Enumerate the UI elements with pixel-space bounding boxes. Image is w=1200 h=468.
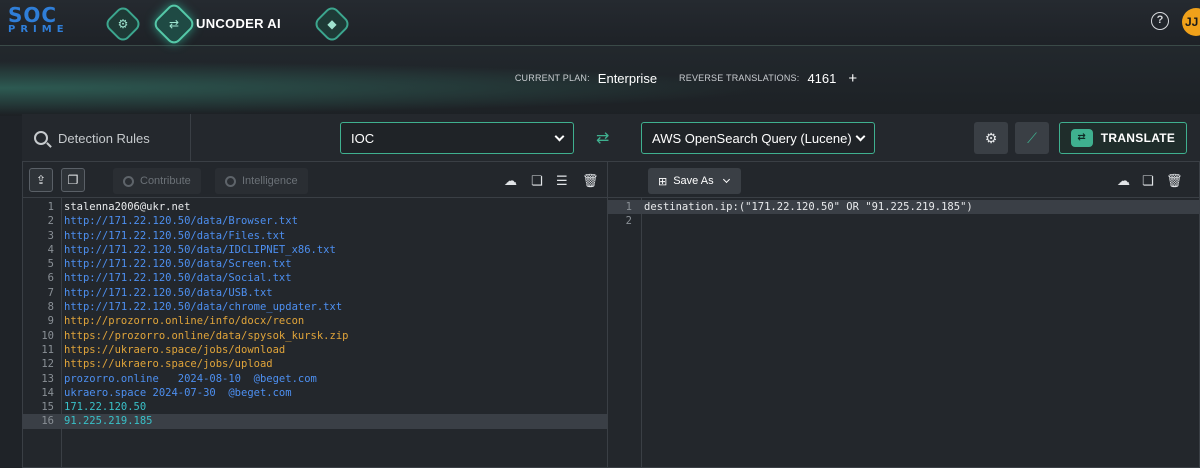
code-line: http://171.22.120.50/data/Browser.txt [64,215,298,228]
line-number: 6 [47,272,54,285]
uncoder-icon: ⇄ [168,17,180,31]
reverse-translations-label: REVERSE TRANSLATIONS: [679,73,800,83]
copy-layers-button[interactable]: ❐ [61,168,85,192]
line-number: 2 [47,215,54,228]
code-line: https://ukraero.space/jobs/download [64,343,286,356]
code-line: 171.22.120.50 [64,401,147,414]
search-icon [34,131,48,145]
left-code-editor[interactable]: 1 stalenna2006@ukr.net 2 http://171.22.120… [22,200,607,429]
code-line: http://171.22.120.50/data/chrome_updater… [64,301,343,314]
cloud-upload-icon[interactable]: ☁ [1117,173,1130,189]
chevron-down-icon [855,131,866,141]
line-number: 9 [47,315,54,328]
line-number: 7 [47,286,54,299]
current-line: 1 destination.ip:("171.22.120.50" OR "91.… [608,200,1200,215]
plan-bar: CURRENT PLAN: Enterprise REVERSE TRANSLA… [470,58,902,98]
line-number: 13 [41,372,54,385]
upload-button[interactable]: ⇪ [29,168,53,192]
filter-icon[interactable]: ☰ [556,173,568,189]
user-tools-icon: ⚙ [117,17,129,31]
code-line: https://ukraero.space/jobs/upload [64,358,273,371]
layers-icon: ❐ [67,173,79,187]
code-line: http://171.22.120.50/data/IDCLIPNET_x86.… [64,243,336,256]
source-language-value: IOC [351,130,375,146]
current-line: 16 91.225.219.185 [22,414,607,429]
settings-button[interactable]: ⚙ [974,122,1008,154]
add-translations-button[interactable]: + [848,70,857,87]
code-line: http://171.22.120.50/data/Social.txt [64,272,292,285]
current-plan-label: CURRENT PLAN: [514,73,590,83]
translate-button[interactable]: ⇄ TRANSLATE [1059,122,1187,154]
file-icon: ⊞ [658,175,668,188]
intelligence-label: Intelligence [242,175,298,187]
left-editor-toolbar [22,162,607,198]
line-number: 2 [625,215,632,228]
target-language-value: AWS OpenSearch Query (Lucene) [652,130,852,146]
code-line: 91.225.219.185 [64,415,153,428]
code-line: https://prozorro.online/data/spysok_kurs… [64,329,349,342]
code-line: http://prozorro.online/info/docx/recon [64,315,305,328]
gear-icon: ⚙ [984,129,998,146]
reverse-translations-value: 4161 [807,70,837,86]
target-language-select[interactable]: AWS OpenSearch Query (Lucene) [641,122,875,154]
contribute-button[interactable]: Contribute [113,168,201,194]
line-number: 1 [47,201,54,213]
code-line: http://171.22.120.50/data/Files.txt [64,229,286,242]
line-number: 10 [41,329,54,342]
save-as-button[interactable]: ⊞ Save As [648,168,741,194]
code-line: http://171.22.120.50/data/USB.txt [64,286,273,299]
intelligence-button[interactable]: Intelligence [215,168,308,194]
right-code-editor[interactable]: 1 destination.ip:("171.22.120.50" OR "91.… [608,200,1200,229]
source-language-select[interactable]: IOC [340,122,574,154]
translate-label: TRANSLATE [1100,131,1176,145]
line-number: 4 [47,243,54,256]
line-number: 14 [41,386,54,399]
nav-title-uncoder[interactable]: UNCODER AI [196,16,281,31]
intelligence-icon [225,175,236,187]
upload-icon: ⇪ [35,173,47,187]
copy-icon[interactable]: ❏ [1142,173,1154,189]
trash-icon[interactable]: 🗑 [582,173,599,189]
right-editor-gutter [608,198,642,468]
line-number: 5 [47,258,54,271]
code-line: http://171.22.120.50/data/Screen.txt [64,258,292,271]
code-line: prozorro.online 2024-08-10 @beget.com [64,372,317,385]
code-line: ukraero.space 2024-07-30 @beget.com [64,386,292,399]
detection-rules-search[interactable]: Detection Rules [22,114,191,162]
soc-prime-logo[interactable]: SOC PRIME [8,3,69,40]
code-line: destination.ip:("171.22.120.50" OR "91.2… [644,201,973,213]
line-number: 1 [625,201,632,213]
magic-wand-icon: ⟋ [1027,129,1037,146]
cloud-upload-icon[interactable]: ☁ [504,173,517,189]
trash-icon[interactable]: 🗑 [1166,173,1183,189]
copy-icon[interactable]: ❏ [531,173,543,189]
line-number: 11 [41,343,54,356]
shield-icon: ◆ [327,17,337,31]
contribute-label: Contribute [140,175,191,187]
line-number: 12 [41,358,54,371]
swap-languages-icon[interactable]: ⇄ [596,128,609,148]
detection-rules-label: Detection Rules [58,130,150,146]
save-as-label: Save As [673,175,714,187]
logo-text-bottom: PRIME [8,24,69,35]
line-number: 3 [47,229,54,242]
line-number: 15 [41,401,54,414]
code-line: stalenna2006@ukr.net [64,201,191,213]
logo-text-top: SOC [8,3,58,27]
ai-assist-button[interactable]: ⟋ [1015,122,1049,154]
translate-icon: ⇄ [1070,129,1093,147]
chevron-down-icon [554,131,565,141]
help-icon[interactable]: ? [1151,12,1169,30]
current-plan-value: Enterprise [597,70,658,86]
line-number: 8 [47,301,54,314]
contribute-icon [123,175,134,187]
chevron-down-icon [722,175,730,184]
line-number: 16 [41,415,54,428]
